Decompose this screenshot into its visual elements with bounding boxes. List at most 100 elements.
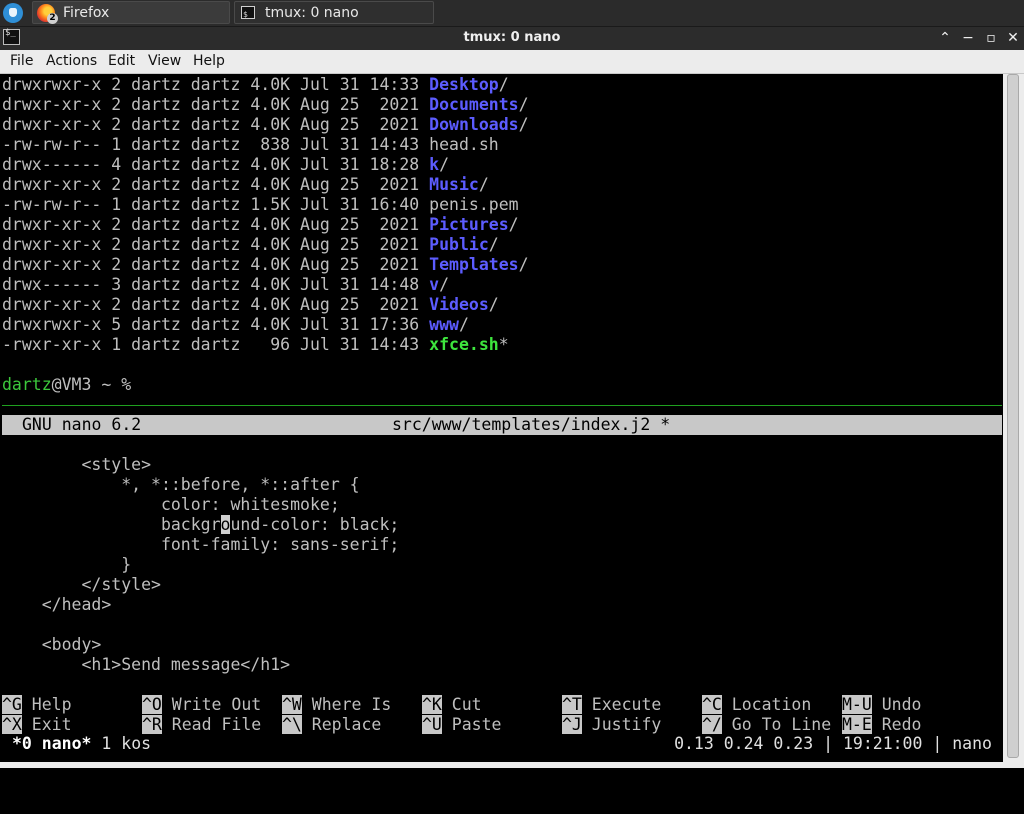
shortcut-label: Write Out: [161, 695, 262, 714]
window-titlebar[interactable]: tmux: 0 nano ⌃ − ▫ ✕: [0, 27, 1024, 50]
ls-row-meta: drwxrwxr-x 2 dartz dartz 4.0K Jul 31 14:…: [2, 75, 430, 94]
host-label: nano: [952, 734, 992, 753]
nano-line: font-family: sans-serif;: [2, 535, 400, 554]
ls-row: drwxr-xr-x 2 dartz dartz 4.0K Aug 25 202…: [2, 95, 529, 115]
load-average: 0.13 0.24 0.23: [674, 734, 814, 753]
nano-filename: src/www/templates/index.j2 *: [392, 415, 671, 434]
window-count-badge: 2: [47, 13, 58, 24]
menu-help[interactable]: Help: [193, 50, 225, 73]
menu-file[interactable]: File: [10, 50, 33, 73]
shortcut-label: Undo: [871, 695, 922, 714]
close-button[interactable]: ✕: [1002, 27, 1024, 49]
ls-row-meta: drwxr-xr-x 2 dartz dartz 4.0K Aug 25 202…: [2, 175, 430, 194]
ls-row: -rw-rw-r-- 1 dartz dartz 1.5K Jul 31 16:…: [2, 195, 519, 215]
window-title: tmux: 0 nano: [463, 30, 561, 45]
taskbar-item-label: tmux: 0 nano: [265, 5, 359, 21]
menu-bar: File Actions Edit View Help: [0, 50, 1024, 74]
roll-up-button[interactable]: ⌃: [934, 27, 956, 49]
nano-shortcut[interactable]: ^G Help: [2, 695, 72, 715]
shortcut-key: ^X: [2, 715, 22, 734]
shortcut-label: Cut: [441, 695, 482, 714]
nano-line: <h1>Send message</h1>: [2, 655, 291, 674]
ls-row-filename: penis.pem: [429, 195, 519, 214]
taskbar: 2 Firefox tmux: 0 nano: [0, 0, 1024, 27]
nano-shortcut[interactable]: ^R Read File: [142, 715, 261, 735]
ls-row-filename: xfce.sh: [429, 335, 499, 354]
nano-line: background-color: black;: [2, 515, 400, 534]
shortcut-key: ^T: [562, 695, 582, 714]
ls-row-filename: Templates: [429, 255, 519, 274]
shortcut-label: Paste: [441, 715, 502, 734]
menu-actions[interactable]: Actions: [46, 50, 97, 73]
nano-titlebar: GNU nano 6.2 src/www/templates/index.j2 …: [2, 415, 1002, 435]
shortcut-key: ^R: [142, 715, 162, 734]
nano-line: </head>: [2, 595, 112, 614]
terminal-area[interactable]: drwxrwxr-x 2 dartz dartz 4.0K Jul 31 14:…: [0, 74, 1003, 762]
taskbar-item-tmux[interactable]: tmux: 0 nano: [234, 1, 434, 26]
shortcut-label: Help: [21, 695, 72, 714]
nano-shortcut[interactable]: ^U Paste: [422, 715, 501, 735]
whisker-menu-icon[interactable]: [3, 3, 23, 23]
shortcut-key: ^C: [702, 695, 722, 714]
ls-row-meta: drwxr-xr-x 2 dartz dartz 4.0K Aug 25 202…: [2, 255, 430, 274]
shortcut-key: ^W: [282, 695, 302, 714]
ls-row-filename: Pictures: [429, 215, 509, 234]
ls-row-suffix: /: [439, 275, 450, 294]
ls-row-filename: k: [429, 155, 440, 174]
ls-row-suffix: /: [488, 235, 499, 254]
nano-shortcut[interactable]: ^O Write Out: [142, 695, 261, 715]
ls-row-suffix: /: [488, 295, 499, 314]
tmux-window-name[interactable]: *0 nano*: [12, 734, 91, 753]
ls-row-meta: drwxr-xr-x 2 dartz dartz 4.0K Aug 25 202…: [2, 215, 430, 234]
ls-row-suffix: /: [518, 115, 529, 134]
ls-row-meta: drwxr-xr-x 2 dartz dartz 4.0K Aug 25 202…: [2, 235, 430, 254]
ls-row-suffix: /: [518, 255, 529, 274]
nano-shortcut[interactable]: ^X Exit: [2, 715, 72, 735]
minimize-button[interactable]: −: [957, 27, 979, 49]
ls-row-suffix: /: [498, 75, 509, 94]
nano-line: *, *::before, *::after {: [2, 475, 360, 494]
shortcut-label: Go To Line: [721, 715, 832, 734]
terminal-icon: [241, 3, 255, 26]
ls-row-filename: v: [429, 275, 440, 294]
ls-row-meta: drwx------ 4 dartz dartz 4.0K Jul 31 18:…: [2, 155, 430, 174]
ls-row: drwxrwxr-x 5 dartz dartz 4.0K Jul 31 17:…: [2, 315, 469, 335]
prompt-user: dartz: [2, 375, 52, 394]
ls-row: drwxrwxr-x 2 dartz dartz 4.0K Jul 31 14:…: [2, 75, 509, 95]
shortcut-key: M-E: [842, 715, 872, 734]
ls-row-meta: drwxr-xr-x 2 dartz dartz 4.0K Aug 25 202…: [2, 115, 430, 134]
shell-prompt: dartz@VM3 ~ %: [2, 375, 131, 395]
nano-shortcut[interactable]: ^J Justify: [562, 715, 661, 735]
ls-row-filename: Public: [429, 235, 489, 254]
nano-shortcut[interactable]: ^\ Replace: [282, 715, 381, 735]
nano-shortcut[interactable]: M-U Undo: [842, 695, 921, 715]
nano-shortcut[interactable]: ^K Cut: [422, 695, 482, 715]
ls-row-filename: Videos: [429, 295, 489, 314]
nano-shortcut[interactable]: M-E Redo: [842, 715, 921, 735]
nano-line: color: whitesmoke;: [2, 495, 340, 514]
nano-shortcut[interactable]: ^T Execute: [562, 695, 661, 715]
nano-shortcut[interactable]: ^W Where Is: [282, 695, 391, 715]
nano-shortcut[interactable]: ^C Location: [702, 695, 811, 715]
window-bottom-border: [0, 762, 1024, 768]
shortcut-label: Redo: [871, 715, 922, 734]
taskbar-item-firefox[interactable]: 2 Firefox: [32, 1, 230, 24]
shortcut-key: ^G: [2, 695, 22, 714]
ls-row: drwxr-xr-x 2 dartz dartz 4.0K Aug 25 202…: [2, 115, 529, 135]
ls-row-suffix: /: [439, 155, 450, 174]
scrollbar-thumb[interactable]: [1007, 74, 1019, 758]
nano-shortcut[interactable]: ^/ Go To Line: [702, 715, 831, 735]
shortcut-key: ^K: [422, 695, 442, 714]
ls-row-filename: Documents: [429, 95, 519, 114]
ls-row-meta: -rwxr-xr-x 1 dartz dartz 96 Jul 31 14:43: [2, 335, 430, 354]
shortcut-key: M-U: [842, 695, 872, 714]
ls-row-suffix: /: [478, 175, 489, 194]
ls-row-meta: drwxr-xr-x 2 dartz dartz 4.0K Aug 25 202…: [2, 95, 430, 114]
shortcut-key: ^/: [702, 715, 722, 734]
terminal-scrollbar[interactable]: [1003, 74, 1024, 762]
menu-edit[interactable]: Edit: [108, 50, 135, 73]
menu-view[interactable]: View: [148, 50, 181, 73]
ls-row-meta: -rw-rw-r-- 1 dartz dartz 838 Jul 31 14:4…: [2, 135, 430, 154]
ls-row-filename: Music: [429, 175, 479, 194]
maximize-button[interactable]: ▫: [980, 27, 1002, 49]
